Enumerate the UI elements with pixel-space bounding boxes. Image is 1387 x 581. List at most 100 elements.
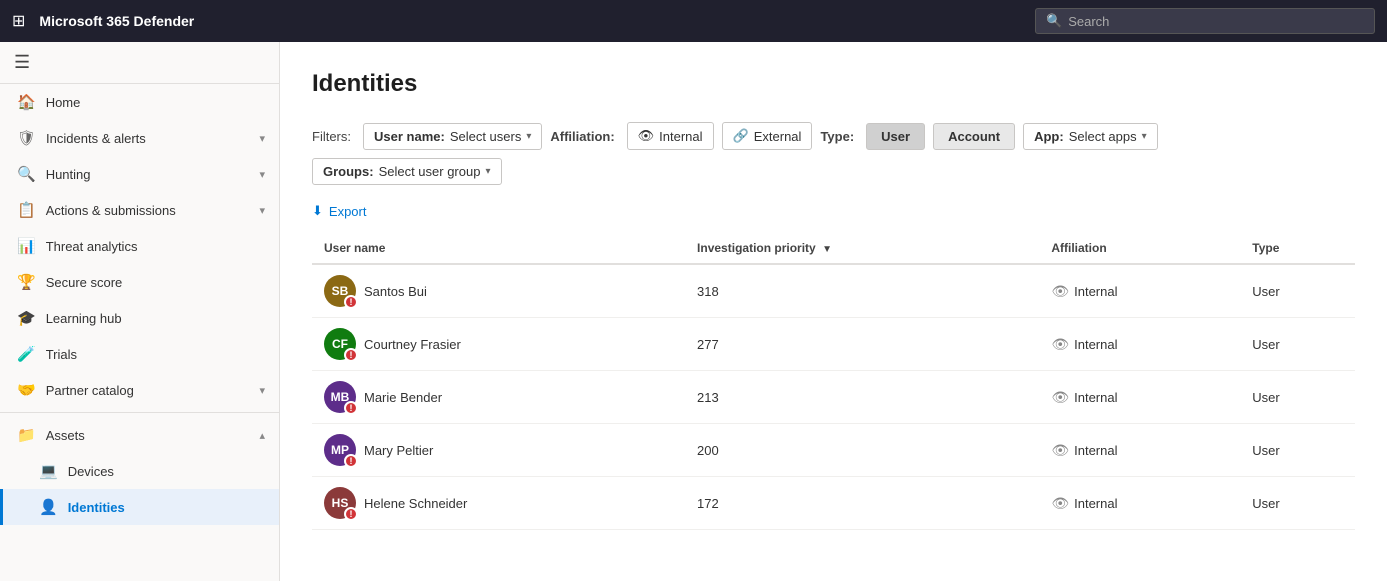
search-box[interactable]: 🔍 [1035,8,1375,34]
username-filter-value: Select users [450,129,522,144]
avatar: HS ! [324,487,356,519]
cell-priority: 277 [685,318,1039,371]
cell-affiliation: 👁 Internal [1039,477,1240,530]
trials-icon: 🧪 [17,345,36,363]
sidebar-label-identities: Identities [68,500,265,515]
table-row[interactable]: HS ! Helene Schneider 172 👁 Internal Use… [312,477,1355,530]
affiliation-value: Internal [1074,496,1117,511]
external-icon: 🔗 [733,128,749,144]
affiliation-external-label: External [754,129,802,144]
alert-badge: ! [344,401,358,415]
sidebar-toggle[interactable]: ☰ [0,42,279,84]
user-name: Helene Schneider [364,496,467,511]
partner-icon: 🤝 [17,381,36,399]
cell-affiliation: 👁 Internal [1039,318,1240,371]
sidebar-item-partner[interactable]: 🤝 Partner catalog ▾ [0,372,279,408]
search-icon: 🔍 [1046,13,1062,29]
affiliation-icon: 👁 [1051,495,1069,512]
sidebar-label-secure: Secure score [46,275,265,290]
table-row[interactable]: SB ! Santos Bui 318 👁 Internal User [312,264,1355,318]
filters-row: Filters: User name: Select users ▾ Affil… [312,122,1355,185]
export-button[interactable]: ⬇ Export [312,203,1355,219]
app-title: Microsoft 365 Defender [39,13,1025,29]
sidebar-item-incidents[interactable]: 🛡 Incidents & alerts ▾ [0,120,279,156]
affiliation-icon: 👁 [1051,283,1069,300]
groups-filter[interactable]: Groups: Select user group ▾ [312,158,502,185]
cell-username: MB ! Marie Bender [312,371,685,424]
chevron-down-icon: ▾ [259,132,265,145]
trophy-icon: 🏆 [17,273,36,291]
sidebar-item-secure[interactable]: 🏆 Secure score [0,264,279,300]
table-row[interactable]: MP ! Mary Peltier 200 👁 Internal User [312,424,1355,477]
cell-priority: 318 [685,264,1039,318]
sidebar-label-assets: Assets [46,428,250,443]
username-filter[interactable]: User name: Select users ▾ [363,123,542,150]
sidebar-label-partner: Partner catalog [46,383,250,398]
affiliation-external-tag[interactable]: 🔗 External [722,122,813,150]
affiliation-value: Internal [1074,337,1117,352]
cell-priority: 200 [685,424,1039,477]
shield-icon: 🛡 [17,129,36,147]
cell-username: CF ! Courtney Frasier [312,318,685,371]
sidebar-item-trials[interactable]: 🧪 Trials [0,336,279,372]
user-name: Courtney Frasier [364,337,461,352]
affiliation-internal-label: Internal [659,129,702,144]
col-type: Type [1240,233,1355,264]
cell-type: User [1240,424,1355,477]
affiliation-value: Internal [1074,443,1117,458]
sidebar-item-devices[interactable]: 💻 Devices [0,453,279,489]
topbar: ⊞ Microsoft 365 Defender 🔍 [0,0,1387,42]
affiliation-icon: 👁 [1051,442,1069,459]
sidebar-item-threat[interactable]: 📊 Threat analytics [0,228,279,264]
user-name: Santos Bui [364,284,427,299]
affiliation-internal-tag[interactable]: 👁 Internal [627,122,714,150]
type-user-button[interactable]: User [866,123,925,150]
cell-type: User [1240,477,1355,530]
affiliation-value: Internal [1074,390,1117,405]
alert-badge: ! [344,348,358,362]
sidebar-label-incidents: Incidents & alerts [46,131,249,146]
avatar: MP ! [324,434,356,466]
sort-icon: ▼ [822,244,832,255]
chevron-down-icon: ▾ [259,204,265,217]
affiliation-value: Internal [1074,284,1117,299]
search-input[interactable] [1068,14,1364,29]
devices-icon: 💻 [39,462,58,480]
main-content: Identities Filters: User name: Select us… [280,42,1387,581]
table-row[interactable]: CF ! Courtney Frasier 277 👁 Internal Use… [312,318,1355,371]
col-username: User name [312,233,685,264]
col-priority[interactable]: Investigation priority ▼ [685,233,1039,264]
table-header-row: User name Investigation priority ▼ Affil… [312,233,1355,264]
learning-icon: 🎓 [17,309,36,327]
sidebar-item-assets[interactable]: 📁 Assets ▴ [0,417,279,453]
sidebar-item-home[interactable]: 🏠 Home [0,84,279,120]
app-filter-label: App: [1034,129,1064,144]
sidebar-item-actions[interactable]: 📋 Actions & submissions ▾ [0,192,279,228]
table-row[interactable]: MB ! Marie Bender 213 👁 Internal User [312,371,1355,424]
cell-type: User [1240,371,1355,424]
grid-icon[interactable]: ⊞ [12,11,25,31]
avatar: SB ! [324,275,356,307]
sidebar-label-trials: Trials [46,347,265,362]
sidebar-item-hunting[interactable]: 🔍 Hunting ▾ [0,156,279,192]
export-label: Export [329,204,367,219]
sidebar-label-threat: Threat analytics [46,239,265,254]
type-account-button[interactable]: Account [933,123,1015,150]
cell-affiliation: 👁 Internal [1039,264,1240,318]
alert-badge: ! [344,295,358,309]
chevron-down-icon: ▾ [485,166,490,177]
alert-badge: ! [344,454,358,468]
cell-priority: 213 [685,371,1039,424]
chevron-up-icon: ▴ [259,429,265,442]
sidebar-item-learning[interactable]: 🎓 Learning hub [0,300,279,336]
affiliation-icon: 👁 [1051,389,1069,406]
filters-label: Filters: [312,129,351,144]
avatar: CF ! [324,328,356,360]
sidebar-label-learning: Learning hub [46,311,265,326]
export-icon: ⬇ [312,203,323,219]
affiliation-icon: 👁 [1051,336,1069,353]
sidebar-item-identities[interactable]: 👤 Identities [0,489,279,525]
app-filter[interactable]: App: Select apps ▾ [1023,123,1158,150]
actions-icon: 📋 [17,201,36,219]
chevron-down-icon: ▾ [259,168,265,181]
